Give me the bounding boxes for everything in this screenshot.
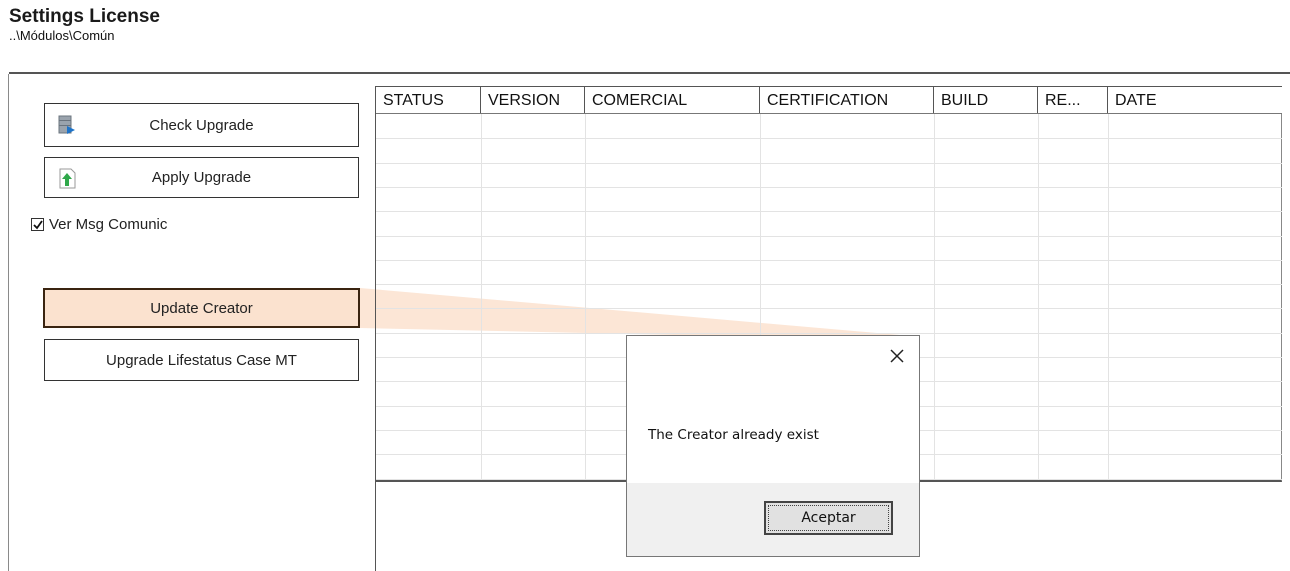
grid-row-line [376,308,1282,310]
update-creator-button[interactable]: Update Creator [43,288,360,328]
grid-row-line [376,186,1282,188]
check-upgrade-button[interactable]: Check Upgrade [44,103,359,147]
grid-row-line [376,259,1282,261]
ver-msg-checkbox-row[interactable]: Ver Msg Comunic [31,216,167,233]
column-header-re[interactable]: RE... [1038,87,1108,113]
accept-button[interactable]: Aceptar [764,501,893,535]
grid-row-line [376,284,1282,286]
update-creator-label: Update Creator [150,299,253,317]
header-divider [9,72,1290,74]
breadcrumb: ..\Módulos\Común [9,28,115,43]
left-border [8,74,9,571]
grid-header: STATUS VERSION COMERCIAL CERTIFICATION B… [376,86,1282,114]
column-header-version[interactable]: VERSION [481,87,585,113]
grid-column-line [1038,114,1039,480]
grid-column-line [585,114,586,480]
apply-upgrade-button[interactable]: Apply Upgrade [44,157,359,198]
upgrade-lifestatus-button[interactable]: Upgrade Lifestatus Case MT [44,339,359,381]
grid-row-line [376,138,1282,140]
header: Settings License ..\Módulos\Común [9,6,160,44]
grid-row-line [376,235,1282,237]
accept-label: Aceptar [801,510,856,526]
ver-msg-label: Ver Msg Comunic [49,216,168,233]
upgrade-lifestatus-label: Upgrade Lifestatus Case MT [106,351,297,369]
grid-column-line [1108,114,1109,480]
grid-row-line [376,162,1282,164]
grid-row-line [376,332,1282,334]
grid-row-line [376,211,1282,213]
column-header-date[interactable]: DATE [1108,87,1282,113]
column-header-build[interactable]: BUILD [934,87,1038,113]
checkmark-icon [33,220,43,230]
column-header-comercial[interactable]: COMERCIAL [585,87,760,113]
grid-column-line [481,114,482,480]
column-header-status[interactable]: STATUS [376,87,481,113]
close-icon[interactable] [887,346,907,366]
column-header-certification[interactable]: CERTIFICATION [760,87,934,113]
check-upgrade-label: Check Upgrade [149,116,254,134]
grid-column-line [934,114,935,480]
dialog-footer: Aceptar [627,483,919,556]
message-dialog: The Creator already exist Aceptar [626,335,920,557]
page-title: Settings License [9,6,160,27]
dialog-message: The Creator already exist [648,427,819,443]
upload-arrow-icon [57,167,77,189]
database-icon [57,114,77,136]
apply-upgrade-label: Apply Upgrade [151,169,252,186]
ver-msg-checkbox[interactable] [31,218,44,231]
